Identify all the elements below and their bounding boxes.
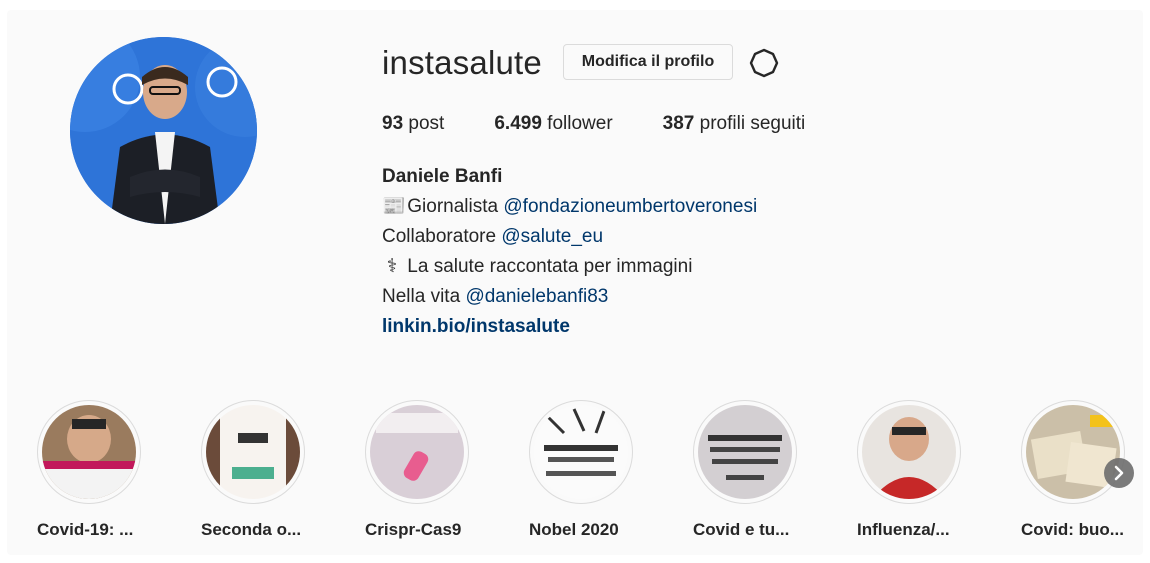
highlight-label: Covid: buo... [1021,520,1124,539]
posts-count-label: post [408,113,445,134]
highlight-ring [365,400,469,504]
newspaper-icon: 📰 [382,196,406,217]
bio-external-link-row: linkin.bio/instasalute [382,312,757,342]
edit-profile-button[interactable]: Modifica il profilo [563,44,733,80]
posts-count-value: 93 [382,113,404,134]
followers-count-label: follower [547,113,613,134]
following-count-value: 387 [662,113,695,134]
profile-avatar[interactable] [70,37,257,224]
highlight-label: Covid e tu... [693,520,790,539]
followers-count-value: 6.499 [494,113,542,134]
bio-mention-fondazione[interactable]: @fondazioneumbertoveronesi [503,196,757,217]
highlight-cover [370,405,464,499]
bio-external-link[interactable]: linkin.bio/instasalute [382,316,570,337]
posts-count[interactable]: 93 post [382,111,444,137]
bio-line-health: ⚕ La salute raccontata per immagini [382,252,757,282]
highlight-cover [206,405,300,499]
bio-mention-salute[interactable]: @salute_eu [501,226,603,247]
bio-line-journalist: 📰 Giornalista @fondazioneumbertoveronesi [382,192,757,222]
highlight-label: Nobel 2020 [529,520,619,539]
highlight-ring [857,400,961,504]
profile-stats: 93 post 6.499 follower 387 profili segui… [382,111,855,137]
highlight-cover [862,405,956,499]
following-count-label: profili seguiti [699,113,806,134]
followers-count[interactable]: 6.499 follower [494,111,612,137]
highlight-cover [534,405,628,499]
highlight-ring [529,400,633,504]
bio-line-text: Collaboratore [382,226,497,247]
profile-bio: Daniele Banfi 📰 Giornalista @fondazioneu… [382,162,757,342]
highlight-ring [1021,400,1125,504]
highlight-label: Covid-19: ... [37,520,134,539]
gear-icon[interactable] [748,47,780,79]
profile-username: instasalute [382,44,542,81]
highlight-ring [37,400,141,504]
highlight-label: Seconda o... [201,520,302,539]
profile-full-name: Daniele Banfi [382,166,503,187]
story-highlights: Covid-19: ... Seconda o... Crispr-Cas9 N… [0,400,1150,550]
bio-line-text: Giornalista [407,196,499,217]
highlight-cover [698,405,792,499]
bio-line-text: Nella vita [382,286,461,307]
highlight-ring [693,400,797,504]
bio-mention-danielebanfi[interactable]: @danielebanfi83 [465,286,608,307]
highlight-ring [201,400,305,504]
bio-line-text: La salute raccontata per immagini [407,256,693,277]
bio-line-collaborator: Collaboratore @salute_eu [382,222,757,252]
avatar-image [70,37,257,224]
following-count[interactable]: 387 profili seguiti [663,111,806,137]
medical-symbol-icon: ⚕ [386,256,398,277]
bio-line-life: Nella vita @danielebanfi83 [382,282,757,312]
highlight-label: Influenza/... [857,520,950,539]
chevron-right-icon[interactable] [1104,458,1134,488]
highlight-cover [42,405,136,499]
highlight-label: Crispr-Cas9 [365,520,462,539]
